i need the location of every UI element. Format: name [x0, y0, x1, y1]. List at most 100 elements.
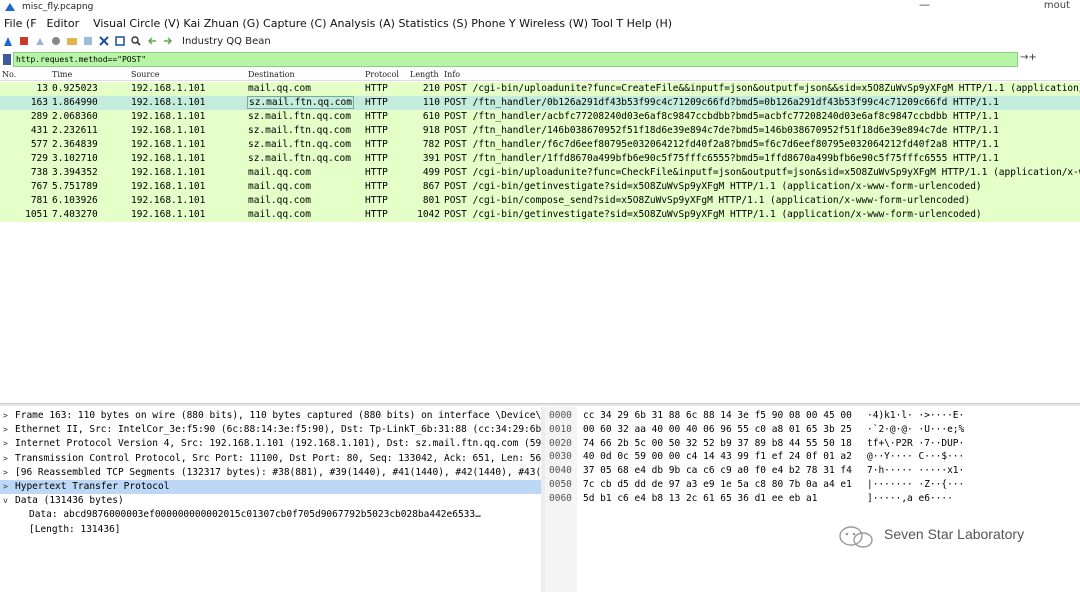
detail-tree-item[interactable]: > Hypertext Transfer Protocol	[0, 480, 541, 494]
column-length[interactable]: Length	[410, 70, 439, 79]
expanded-chevron-icon[interactable]: v	[3, 494, 8, 508]
hex-offset: 0010	[549, 424, 572, 435]
packet-protocol: HTTP	[365, 111, 388, 122]
column-destination[interactable]: Destination	[248, 70, 295, 79]
display-filter-input[interactable]: http.request.method=="POST"	[13, 52, 1018, 67]
hex-ascii: tf+\·P2R ·7··DUP·	[867, 438, 965, 449]
packet-number: 738	[30, 167, 48, 178]
packet-source: 192.168.1.101	[131, 195, 206, 206]
detail-tree-item[interactable]: > [96 Reassembled TCP Segments (132317 by…	[0, 466, 541, 480]
detail-tree-text: Transmission Control Protocol, Src Port:…	[15, 453, 541, 464]
packet-info: POST /cgi-bin/getinvestigate?sid=x5O8ZuW…	[444, 209, 982, 220]
packet-source: 192.168.1.101	[131, 97, 206, 108]
save-file-icon[interactable]	[82, 35, 94, 47]
packet-row[interactable]: 729 3.102710 192.168.1.101 sz.mail.ftn.qq.c…	[0, 152, 1080, 166]
watermark: Seven Star Laboratory	[838, 523, 1038, 549]
packet-details-pane: > Frame 163: 110 bytes on wire (880 bits)…	[0, 407, 541, 592]
packet-row[interactable]: 781 6.103926 192.168.1.101 mail.qq.com HTTP 8…	[0, 194, 1080, 208]
start-capture-icon[interactable]	[2, 35, 14, 47]
collapsed-chevron-icon[interactable]: >	[3, 437, 8, 451]
column-source[interactable]: Source	[131, 70, 160, 79]
detail-tree-item[interactable]: Data: abcd9876000003ef000000000002015c01…	[0, 508, 541, 522]
packet-protocol: HTTP	[365, 125, 388, 136]
apply-filter-icon[interactable]: →+	[1020, 52, 1037, 63]
watermark-text: Seven Star Laboratory	[884, 526, 1025, 542]
packet-time: 6.103926	[52, 195, 98, 206]
packet-time: 2.364839	[52, 139, 98, 150]
capture-options-icon[interactable]	[50, 35, 62, 47]
collapsed-chevron-icon[interactable]: >	[3, 452, 8, 466]
column-time[interactable]: Time	[52, 70, 72, 79]
detail-tree-item[interactable]: > Ethernet II, Src: IntelCor_3e:f5:90 (6c…	[0, 423, 541, 437]
packet-destination: mail.qq.com	[248, 195, 311, 206]
packet-length: 1042	[417, 209, 440, 220]
hex-ascii: ·`2·@·@· ·U···e;%	[867, 424, 965, 435]
menu-file[interactable]: File (F	[4, 17, 37, 30]
packet-info: POST /ftn_handler/acbfc77208240d03e6af8c…	[444, 111, 999, 122]
find-packet-icon[interactable]	[130, 35, 142, 47]
packet-destination: mail.qq.com	[248, 209, 311, 220]
packet-row[interactable]: 163 1.864990 192.168.1.101 sz.mail.ftn.qq.c…	[0, 96, 1080, 110]
reload-icon[interactable]	[114, 35, 126, 47]
column-no[interactable]: No.	[2, 70, 16, 79]
open-file-icon[interactable]	[66, 35, 78, 47]
detail-tree-item[interactable]: > Frame 163: 110 bytes on wire (880 bits)…	[0, 409, 541, 423]
column-protocol[interactable]: Protocol	[365, 70, 399, 79]
packet-row[interactable]: 1051 7.403270 192.168.1.101 mail.qq.com HTTP…	[0, 208, 1080, 222]
packet-list-header: No. Time Source Destination Protocol Len…	[0, 69, 1080, 81]
hex-bytes: 7c cb d5 dd de 97 a3 e9 1e 5a c8 80 7b 0…	[583, 479, 852, 490]
packet-info: POST /ftn_handler/f6c7d6eef80795e0320642…	[444, 139, 999, 150]
toolbar-label: Industry QQ Bean	[182, 35, 271, 47]
menu-rest[interactable]: Visual Circle (V) Kai Zhuan (G) Capture …	[93, 17, 672, 30]
packet-row[interactable]: 13 0.925023 192.168.1.101 mail.qq.com HTTP 21…	[0, 82, 1080, 96]
packet-length: 210	[422, 83, 440, 94]
menu-edit[interactable]: Editor	[47, 17, 80, 30]
hex-ascii: ]·····,a e6····	[867, 493, 953, 504]
packet-length: 867	[422, 181, 440, 192]
filter-bookmark-icon[interactable]	[3, 54, 11, 65]
close-file-icon[interactable]	[98, 35, 110, 47]
packet-time: 1.864990	[52, 97, 98, 108]
pane-splitter[interactable]	[0, 403, 1080, 406]
detail-tree-item[interactable]: [Length: 131436]	[0, 523, 541, 537]
packet-protocol: HTTP	[365, 181, 388, 192]
packet-number: 431	[30, 125, 48, 136]
packet-length: 610	[422, 111, 440, 122]
go-back-icon[interactable]	[146, 35, 158, 47]
packet-time: 3.394352	[52, 167, 98, 178]
stop-capture-icon[interactable]	[18, 35, 30, 47]
collapsed-chevron-icon[interactable]: >	[3, 480, 8, 494]
detail-tree-text: Hypertext Transfer Protocol	[15, 481, 170, 492]
detail-tree-text: Frame 163: 110 bytes on wire (880 bits),…	[15, 410, 541, 421]
collapsed-chevron-icon[interactable]: >	[3, 423, 8, 437]
packet-destination: sz.mail.ftn.qq.com	[247, 96, 354, 109]
packet-bytes-pane: 0000 cc 34 29 6b 31 88 6c 88 14 3e f5 90 …	[545, 407, 1080, 592]
packet-destination: sz.mail.ftn.qq.com	[248, 111, 351, 122]
column-info[interactable]: Info	[444, 70, 460, 79]
packet-row[interactable]: 577 2.364839 192.168.1.101 sz.mail.ftn.qq.c…	[0, 138, 1080, 152]
packet-row[interactable]: 431 2.232611 192.168.1.101 sz.mail.ftn.qq.c…	[0, 124, 1080, 138]
restart-capture-icon[interactable]	[34, 35, 46, 47]
packet-info: POST /ftn_handler/0b126a291df43b53f99c4c…	[444, 97, 999, 108]
packet-info: POST /cgi-bin/uploadunite?func=CreateFil…	[444, 83, 1080, 94]
packet-number: 289	[30, 111, 48, 122]
packet-source: 192.168.1.101	[131, 153, 206, 164]
detail-tree-item[interactable]: > Internet Protocol Version 4, Src: 192.1…	[0, 437, 541, 451]
detail-tree-item[interactable]: v Data (131436 bytes)	[0, 494, 541, 508]
window-controls-label[interactable]: mout	[1044, 0, 1070, 11]
hex-bytes: 74 66 2b 5c 00 50 32 52 b9 37 89 b8 44 5…	[583, 438, 852, 449]
packet-row[interactable]: 738 3.394352 192.168.1.101 mail.qq.com HTTP 4…	[0, 166, 1080, 180]
minimize-icon[interactable]: —	[919, 0, 930, 11]
packet-number: 729	[30, 153, 48, 164]
collapsed-chevron-icon[interactable]: >	[3, 409, 8, 423]
go-forward-icon[interactable]	[162, 35, 174, 47]
packet-row[interactable]: 767 5.751789 192.168.1.101 mail.qq.com HTTP 8…	[0, 180, 1080, 194]
hex-offset: 0030	[549, 451, 572, 462]
packet-source: 192.168.1.101	[131, 83, 206, 94]
packet-row[interactable]: 289 2.068360 192.168.1.101 sz.mail.ftn.qq.c…	[0, 110, 1080, 124]
collapsed-chevron-icon[interactable]: >	[3, 466, 8, 480]
detail-tree-item[interactable]: > Transmission Control Protocol, Src Port…	[0, 452, 541, 466]
packet-time: 0.925023	[52, 83, 98, 94]
packet-info: POST /cgi-bin/compose_send?sid=x5O8ZuWvS…	[444, 195, 971, 206]
menu-bar: File (F Editor Visual Circle (V) Kai Zhu…	[0, 14, 1080, 32]
